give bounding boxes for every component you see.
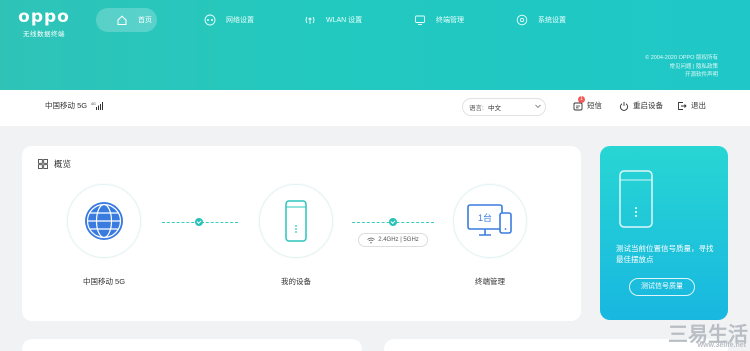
signal-icon: 4G	[91, 101, 104, 110]
restart-button[interactable]: 重启设备	[619, 100, 663, 111]
status-bar: 中国移动 5G 4G 语言: 中文 1 短信 重启设备 退出	[0, 90, 750, 126]
power-icon	[619, 101, 629, 111]
nav-home-label: 首页	[138, 17, 152, 24]
signal-label: 4G	[91, 102, 96, 106]
nav-terminal-label: 终端管理	[436, 17, 464, 24]
overview-card: 概览 中国移动 5G 我的设备 2.4GHz | 5GHz 1台 终端管理	[22, 146, 581, 321]
network-icon	[204, 14, 216, 26]
devices-icon: 1台	[467, 204, 512, 236]
copyright-text: © 2004-2020 OPPO 版权所有	[645, 55, 718, 61]
watermark: 三易生活 www.3elife.net	[650, 318, 750, 351]
logo-subtitle: 无线数据终端	[23, 31, 65, 38]
bottom-card-left	[22, 339, 362, 351]
band-indicator: 2.4GHz | 5GHz	[358, 233, 428, 247]
carrier-label: 中国移动 5G	[45, 101, 88, 110]
grid-icon	[38, 159, 48, 169]
oppo-logo: oppo 无线数据终端	[18, 8, 70, 38]
carrier-status: 中国移动 5G 4G	[45, 100, 104, 111]
test-signal-button[interactable]: 测试信号质量	[629, 278, 695, 296]
device-count: 1台	[478, 212, 492, 223]
band-label: 2.4GHz | 5GHz	[378, 237, 419, 243]
sms-badge: 1	[578, 95, 585, 103]
nav-network-label: 网络设置	[226, 17, 254, 24]
overview-title: 概览	[38, 158, 71, 170]
nav-system[interactable]: 系统设置	[516, 8, 566, 32]
nav-network[interactable]: 网络设置	[204, 8, 254, 32]
sms-icon-wrap: 1	[573, 95, 587, 111]
signal-test-text: 测试当前位置信号质量，寻找最佳摆放点	[616, 244, 714, 264]
router-icon	[285, 200, 307, 242]
watermark-url: www.3elife.net	[697, 342, 746, 349]
monitor-icon	[414, 14, 426, 26]
nav-system-label: 系统设置	[538, 17, 566, 24]
language-label: 语言:	[469, 105, 484, 112]
nav-wlan[interactable]: WLAN 设置	[304, 8, 362, 32]
logout-button[interactable]: 退出	[677, 100, 706, 111]
sms-button[interactable]: 1 短信	[573, 95, 602, 111]
network-node-label: 中国移动 5G	[82, 277, 126, 286]
globe-icon	[85, 202, 123, 240]
sms-label: 短信	[587, 101, 602, 110]
language-value: 中文	[488, 105, 501, 112]
logo-mark: oppo	[18, 7, 70, 27]
connected-check-icon	[389, 218, 397, 226]
license-link[interactable]: 开源软件声明	[645, 71, 718, 80]
legal-links[interactable]: 常见问题 | 隐私政策	[645, 63, 719, 72]
chevron-down-icon	[535, 104, 541, 109]
gear-icon	[516, 14, 528, 26]
restart-label: 重启设备	[633, 101, 663, 110]
header-legal: © 2004-2020 OPPO 版权所有 常见问题 | 隐私政策 开源软件声明	[645, 54, 718, 80]
terminal-node[interactable]: 1台	[453, 184, 527, 258]
logout-icon	[678, 101, 687, 110]
logout-label: 退出	[691, 101, 706, 110]
home-icon	[116, 14, 128, 26]
wifi-icon	[304, 14, 316, 26]
nav-terminal[interactable]: 终端管理	[414, 8, 464, 32]
top-header: oppo 无线数据终端 首页 网络设置 WLAN 设置 终端管理 系统设置 © …	[0, 0, 750, 90]
overview-title-label: 概览	[54, 159, 72, 169]
router-outline-icon	[619, 170, 653, 228]
wifi-small-icon	[367, 237, 375, 243]
network-node[interactable]	[67, 184, 141, 258]
terminal-node-label: 终端管理	[475, 277, 505, 286]
device-node-label: 我的设备	[281, 277, 311, 286]
nav-wlan-label: WLAN 设置	[326, 17, 363, 24]
connected-check-icon	[195, 218, 203, 226]
signal-test-card: 测试当前位置信号质量，寻找最佳摆放点 测试信号质量	[600, 146, 728, 320]
nav-home[interactable]: 首页	[96, 8, 157, 32]
device-node[interactable]	[259, 184, 333, 258]
